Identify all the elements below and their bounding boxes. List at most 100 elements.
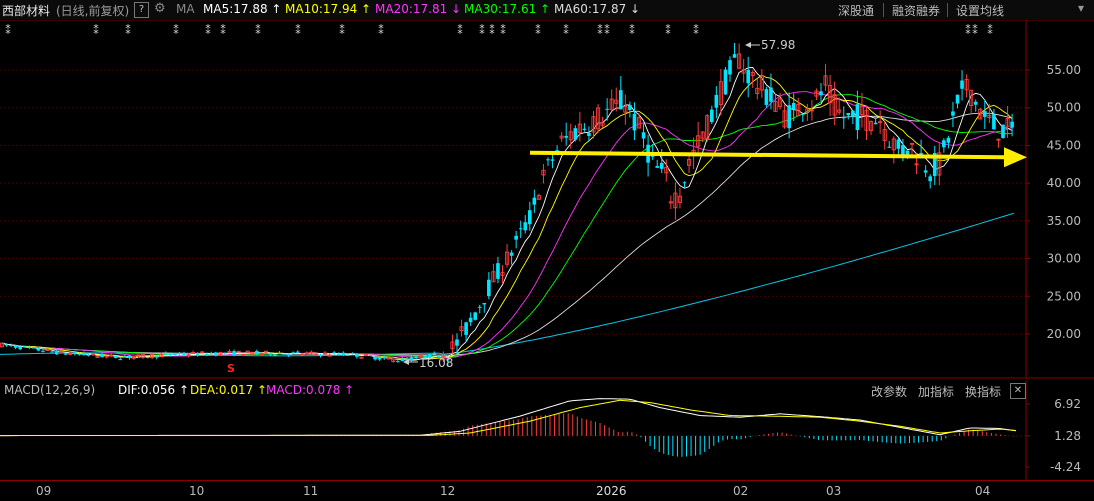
candle-body [764,89,769,105]
close-icon[interactable]: ✕ [1010,383,1026,399]
candlestick-chart[interactable]: 55.00 50.00 45.00 40.00 35.00 30.00 25.00 20.00… [0,20,1094,381]
candle-body [295,351,300,353]
candle-body [723,69,728,95]
link-set-ma[interactable]: 设置均线 [956,2,1004,19]
event-marker: ⁑ [5,24,11,37]
candle-body [32,347,36,349]
event-marker: ⁑ [255,24,261,37]
help-button[interactable]: ? [134,2,149,18]
support-line [529,147,1027,168]
price-axis: 55.00 50.00 45.00 40.00 35.00 30.00 25.00 20.00 [1026,63,1081,341]
ma10-value: MA10:17.94 ↑ [285,2,372,16]
candle-body [960,80,964,89]
top-bar: 西部材料 (日线,前复权) ? ⚙ MA MA5:17.88 ↑ MA10:17… [0,0,1094,21]
candle-body [983,111,987,117]
date-axis: 09 10 11 12 2026 02 03 04 [0,480,1094,501]
support-line [529,150,1005,160]
candle-body [291,352,295,354]
candle-body [4,344,9,346]
candle-body [732,54,737,58]
event-marker: ⁑ [220,24,226,37]
candle-body [582,128,587,130]
ma5-value: MA5:17.88 ↑ [203,2,282,16]
candle-body [819,91,823,96]
candle-body [455,339,459,346]
candle-body [619,90,623,110]
link-shenzhen-connect[interactable]: 深股通 [838,2,874,19]
candle-body [632,113,637,131]
candle-body [714,94,719,108]
event-marker: ⁑ [205,24,211,37]
event-marker: ⁑ [987,24,993,37]
candle-body [641,132,646,139]
candle-body [177,352,182,355]
candle-body [173,353,177,356]
candle-body [346,354,350,356]
event-marker: ⁑ [629,24,635,37]
date-label: 2026 [596,484,627,498]
date-label: 04 [975,484,991,498]
macd-title[interactable]: MACD(12,26,9) [4,383,95,397]
gear-icon[interactable]: ⚙ [154,1,166,16]
candle-body [336,354,341,356]
price-tick-label: 55.00 [1047,63,1081,77]
candle-body [1001,124,1005,139]
switch-indicator-button[interactable]: 换指标 [965,383,1001,400]
edit-params-button[interactable]: 改参数 [871,383,907,400]
candle-body [659,162,664,169]
candle-body [769,87,773,102]
candle-body [564,135,568,138]
candle-body [400,358,405,362]
candle-body [341,352,346,356]
candle-body [896,139,901,149]
candle-body [787,105,791,129]
macd-histogram [3,413,1015,457]
candle-body [951,111,955,116]
price-tick-label: 50.00 [1047,101,1081,115]
ma20-line [1,91,1013,359]
candle-body [204,353,209,356]
candle-body [887,146,892,148]
candle-body [268,353,273,355]
candle-body [791,102,796,110]
candle-body [496,263,500,279]
date-label: 11 [303,484,319,498]
date-label: 10 [189,484,205,498]
macd-tick-label: 1.28 [1054,429,1081,443]
date-label: 02 [733,484,749,498]
candle-body [214,352,218,356]
macd-axis: 6.921.28-4.24 [1026,397,1081,474]
candle-body [22,346,27,348]
candle-body [164,353,168,355]
event-marker: ⁑ [972,24,978,37]
add-indicator-button[interactable]: 加指标 [918,383,954,400]
candle-body [528,210,532,225]
candle-body [655,166,659,168]
candle-body [482,302,487,305]
candles [0,42,1014,366]
candle-body [118,359,123,361]
ma10-line [1,74,1013,360]
event-marker: ⁑ [563,24,569,37]
chart-mode[interactable]: (日线,前复权) [56,2,129,19]
candle-body [377,356,382,360]
candle-body [487,279,491,297]
candle-body [195,353,200,356]
candle-body [282,353,286,355]
candle-body [50,351,54,353]
stock-name[interactable]: 西部材料 [2,2,50,19]
candle-body [923,170,928,173]
dropdown-icon[interactable]: ▾ [1078,1,1084,15]
link-margin-trading[interactable]: 融资融券 [892,2,940,19]
candle-body [209,353,214,355]
candle-body [873,122,878,125]
event-marker: ⁑ [489,24,495,37]
event-marker: ⁑ [125,24,131,37]
candle-body [846,112,851,116]
candle-body [992,114,996,130]
date-label: 12 [440,484,456,498]
candle-body [682,182,687,184]
event-marker: ⁑ [693,24,699,37]
candle-body [368,354,373,357]
candle-body [550,159,555,161]
